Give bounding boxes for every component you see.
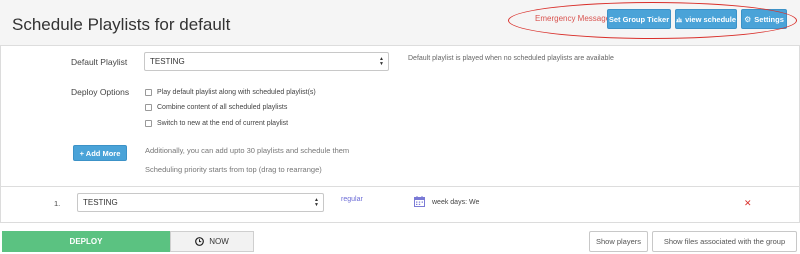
option-combine-content[interactable]: Combine content of all scheduled playlis… — [145, 104, 287, 111]
view-schedule-button[interactable]: view schedule — [675, 9, 737, 29]
gear-icon: ⚙ — [744, 14, 752, 24]
row-playlist-value: TESTING — [83, 198, 118, 207]
checkbox[interactable] — [145, 104, 152, 111]
row-number: 1. — [54, 199, 61, 208]
option-play-default[interactable]: Play default playlist along with schedul… — [145, 89, 316, 96]
clock-icon — [195, 237, 205, 246]
default-playlist-label: Default Playlist — [71, 57, 128, 67]
select-caret-icon: ▲ ▼ — [314, 197, 319, 208]
info-priority: Scheduling priority starts from top (dra… — [145, 165, 322, 174]
schedule-days: week days: We — [432, 199, 480, 206]
deploy-options-label: Deploy Options — [71, 87, 130, 97]
default-playlist-value: TESTING — [150, 57, 185, 66]
deploy-label: DEPLOY — [69, 237, 103, 246]
emergency-message-link[interactable]: Emergency Message — [535, 14, 610, 23]
view-schedule-label: view schedule — [685, 14, 736, 24]
option-switch-new[interactable]: Switch to new at the end of current play… — [145, 120, 288, 127]
page-title: Schedule Playlists for default — [12, 15, 231, 34]
add-more-button[interactable]: + Add More — [73, 145, 127, 161]
now-label: NOW — [209, 237, 229, 246]
show-files-button[interactable]: Show files associated with the group — [652, 231, 797, 252]
delete-row-icon[interactable]: ✕ — [744, 198, 752, 209]
deploy-button[interactable]: DEPLOY — [2, 231, 170, 252]
show-players-button[interactable]: Show players — [589, 231, 648, 252]
option-label: Switch to new at the end of current play… — [157, 120, 289, 127]
default-playlist-select[interactable]: TESTING ▲ ▼ — [144, 52, 389, 71]
settings-label: Settings — [754, 14, 784, 24]
bar-chart-icon — [676, 17, 683, 22]
playlist-type-link[interactable]: regular — [341, 196, 363, 203]
calendar-icon[interactable] — [414, 196, 425, 207]
section-divider — [0, 186, 800, 187]
set-group-ticker-label: Set Group Ticker — [608, 14, 670, 24]
select-caret-icon: ▲ ▼ — [379, 56, 384, 67]
option-label: Combine content of all scheduled playlis… — [157, 104, 288, 111]
checkbox[interactable] — [145, 89, 152, 96]
option-label: Play default playlist along with schedul… — [157, 89, 316, 96]
default-playlist-hint: Default playlist is played when no sched… — [408, 55, 614, 62]
row-playlist-select[interactable]: TESTING ▲ ▼ — [77, 193, 324, 212]
settings-button[interactable]: ⚙ Settings — [741, 9, 787, 29]
now-button[interactable]: NOW — [170, 231, 254, 252]
info-playlist-limit: Additionally, you can add upto 30 playli… — [145, 146, 350, 155]
set-group-ticker-button[interactable]: Set Group Ticker — [607, 9, 671, 29]
checkbox[interactable] — [145, 120, 152, 127]
